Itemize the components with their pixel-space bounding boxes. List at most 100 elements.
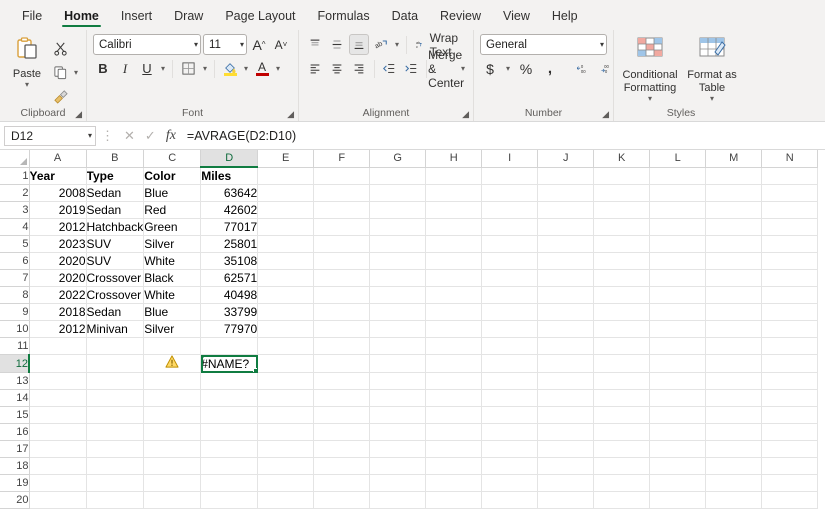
cell-K13[interactable] xyxy=(594,373,650,390)
cell-N8[interactable] xyxy=(762,287,818,304)
underline-button[interactable]: U xyxy=(137,58,157,79)
cell-M18[interactable] xyxy=(706,458,762,475)
cell-B16[interactable] xyxy=(86,424,144,441)
cell-K11[interactable] xyxy=(594,338,650,355)
column-header-I[interactable]: I xyxy=(482,150,538,167)
cell-F15[interactable] xyxy=(314,407,370,424)
cell-B5[interactable]: SUV xyxy=(86,236,144,253)
cell-E13[interactable] xyxy=(258,373,314,390)
cell-N20[interactable] xyxy=(762,492,818,509)
cell-N12[interactable] xyxy=(762,355,818,373)
cell-E3[interactable] xyxy=(258,202,314,219)
cell-G10[interactable] xyxy=(370,321,426,338)
cell-M5[interactable] xyxy=(706,236,762,253)
ribbon-tab-draw[interactable]: Draw xyxy=(164,6,213,29)
cell-F4[interactable] xyxy=(314,219,370,236)
cell-M2[interactable] xyxy=(706,185,762,202)
row-header-20[interactable]: 20 xyxy=(0,492,29,509)
cell-J2[interactable] xyxy=(538,185,594,202)
cell-D6[interactable]: 35108 xyxy=(201,253,258,270)
cell-C3[interactable]: Red xyxy=(144,202,201,219)
cell-N4[interactable] xyxy=(762,219,818,236)
cell-B13[interactable] xyxy=(86,373,144,390)
cell-M20[interactable] xyxy=(706,492,762,509)
cell-C9[interactable]: Blue xyxy=(144,304,201,321)
cell-M3[interactable] xyxy=(706,202,762,219)
cell-B8[interactable]: Crossover xyxy=(86,287,144,304)
cell-B18[interactable] xyxy=(86,458,144,475)
font-name-combo[interactable]: Calibri ▾ xyxy=(93,34,201,55)
cell-K19[interactable] xyxy=(594,475,650,492)
cell-F11[interactable] xyxy=(314,338,370,355)
cell-I9[interactable] xyxy=(482,304,538,321)
column-header-M[interactable]: M xyxy=(706,150,762,167)
cell-J3[interactable] xyxy=(538,202,594,219)
cell-G17[interactable] xyxy=(370,441,426,458)
cell-K7[interactable] xyxy=(594,270,650,287)
error-warning-icon[interactable] xyxy=(165,355,179,368)
cell-I2[interactable] xyxy=(482,185,538,202)
cell-J5[interactable] xyxy=(538,236,594,253)
cell-G5[interactable] xyxy=(370,236,426,253)
row-header-4[interactable]: 4 xyxy=(0,219,29,236)
cell-H11[interactable] xyxy=(426,338,482,355)
cell-E7[interactable] xyxy=(258,270,314,287)
column-header-F[interactable]: F xyxy=(314,150,370,167)
cancel-x-icon[interactable]: ✕ xyxy=(119,128,140,144)
merge-center-button[interactable]: Merge & Center xyxy=(431,58,457,79)
cell-H7[interactable] xyxy=(426,270,482,287)
decrease-font-size-button[interactable]: A˅ xyxy=(271,34,291,55)
cell-A4[interactable]: 2012 xyxy=(29,219,86,236)
cell-B19[interactable] xyxy=(86,475,144,492)
row-header-13[interactable]: 13 xyxy=(0,373,29,390)
cell-M12[interactable] xyxy=(706,355,762,373)
cell-A13[interactable] xyxy=(29,373,86,390)
cell-B2[interactable]: Sedan xyxy=(86,185,144,202)
accounting-chevron-down-icon[interactable]: ▾ xyxy=(504,64,512,73)
cell-A18[interactable] xyxy=(29,458,86,475)
cell-H19[interactable] xyxy=(426,475,482,492)
row-header-17[interactable]: 17 xyxy=(0,441,29,458)
merge-chevron-down-icon[interactable]: ▾ xyxy=(459,64,467,73)
cell-J4[interactable] xyxy=(538,219,594,236)
cell-M13[interactable] xyxy=(706,373,762,390)
cell-F6[interactable] xyxy=(314,253,370,270)
cell-E5[interactable] xyxy=(258,236,314,253)
row-header-2[interactable]: 2 xyxy=(0,185,29,202)
cell-N3[interactable] xyxy=(762,202,818,219)
cell-H8[interactable] xyxy=(426,287,482,304)
cell-J13[interactable] xyxy=(538,373,594,390)
cell-C18[interactable] xyxy=(144,458,201,475)
cell-L2[interactable] xyxy=(650,185,706,202)
cell-H13[interactable] xyxy=(426,373,482,390)
cell-D5[interactable]: 25801 xyxy=(201,236,258,253)
cell-G8[interactable] xyxy=(370,287,426,304)
cell-A19[interactable] xyxy=(29,475,86,492)
cell-F8[interactable] xyxy=(314,287,370,304)
cell-D2[interactable]: 63642 xyxy=(201,185,258,202)
cell-K6[interactable] xyxy=(594,253,650,270)
cell-B9[interactable]: Sedan xyxy=(86,304,144,321)
ribbon-tab-home[interactable]: Home xyxy=(54,6,109,29)
cell-E4[interactable] xyxy=(258,219,314,236)
cell-G16[interactable] xyxy=(370,424,426,441)
orientation-button[interactable]: ab xyxy=(371,34,391,55)
cell-A16[interactable] xyxy=(29,424,86,441)
cell-K17[interactable] xyxy=(594,441,650,458)
increase-font-size-button[interactable]: A^ xyxy=(249,34,269,55)
cell-J19[interactable] xyxy=(538,475,594,492)
cell-H1[interactable] xyxy=(426,167,482,185)
cell-J8[interactable] xyxy=(538,287,594,304)
format-as-table-chevron-down-icon[interactable]: ▾ xyxy=(708,94,716,103)
cell-M8[interactable] xyxy=(706,287,762,304)
cell-J20[interactable] xyxy=(538,492,594,509)
cell-J12[interactable] xyxy=(538,355,594,373)
cell-M9[interactable] xyxy=(706,304,762,321)
cell-B7[interactable]: Crossover xyxy=(86,270,144,287)
cell-N19[interactable] xyxy=(762,475,818,492)
row-header-3[interactable]: 3 xyxy=(0,202,29,219)
cell-H12[interactable] xyxy=(426,355,482,373)
name-box[interactable]: D12 ▾ xyxy=(4,126,96,146)
cell-B11[interactable] xyxy=(86,338,144,355)
cell-K14[interactable] xyxy=(594,390,650,407)
